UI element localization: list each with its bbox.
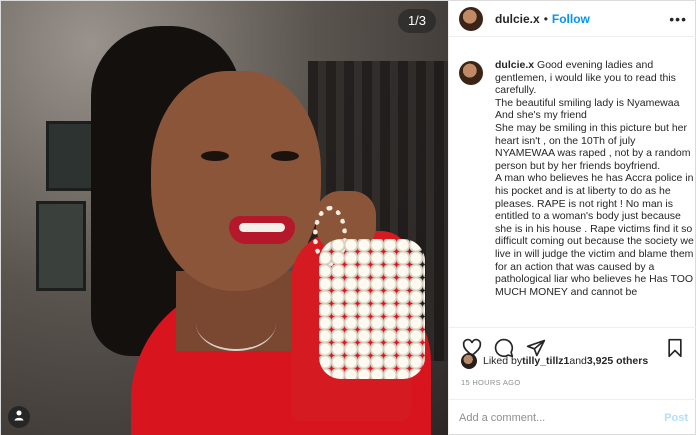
instagram-post: 1/3 dulcie.x • Follow ••• dulcie.x Good … (0, 0, 696, 435)
separator-dot: • (543, 11, 548, 26)
caption-body: Good evening ladies and gentlemen, i wou… (495, 59, 694, 298)
more-options-icon[interactable]: ••• (669, 11, 687, 27)
photo-teeth (239, 223, 285, 232)
likes-prefix: Liked by (483, 355, 523, 367)
post-side-panel: dulcie.x • Follow ••• dulcie.x Good even… (448, 1, 696, 435)
caption-username[interactable]: dulcie.x (495, 59, 534, 71)
comment-bar: Add a comment... Post (449, 399, 696, 435)
comment-input[interactable]: Add a comment... (459, 412, 545, 424)
header-username[interactable]: dulcie.x (495, 12, 540, 26)
avatar[interactable] (459, 6, 483, 31)
likes-count[interactable]: 3,925 others (587, 355, 648, 367)
follow-button[interactable]: Follow (552, 12, 590, 26)
post-timestamp[interactable]: 15 HOURS AGO (461, 378, 520, 387)
bookmark-icon[interactable] (662, 335, 688, 361)
caption-text: dulcie.x Good evening ladies and gentlem… (495, 59, 694, 315)
photo-eye (201, 151, 229, 161)
photo-eye (271, 151, 299, 161)
carousel-counter: 1/3 (398, 9, 436, 33)
likes-middle: and (569, 355, 587, 367)
liker-avatar[interactable] (461, 353, 477, 369)
photo-necklace (196, 296, 276, 351)
post-header: dulcie.x • Follow ••• (449, 1, 696, 37)
photo-frame (36, 201, 86, 291)
tag-user-icon[interactable] (8, 406, 30, 428)
post-comment-button[interactable]: Post (664, 412, 688, 424)
liker-username[interactable]: tilly_tillz1 (522, 355, 569, 367)
likes-summary: Liked by tilly_tillz1 and 3,925 others (461, 353, 648, 369)
post-photo[interactable]: 1/3 (1, 1, 448, 435)
photo-pearl-bag (319, 239, 425, 379)
caption: dulcie.x Good evening ladies and gentlem… (459, 59, 694, 315)
avatar[interactable] (459, 61, 483, 85)
